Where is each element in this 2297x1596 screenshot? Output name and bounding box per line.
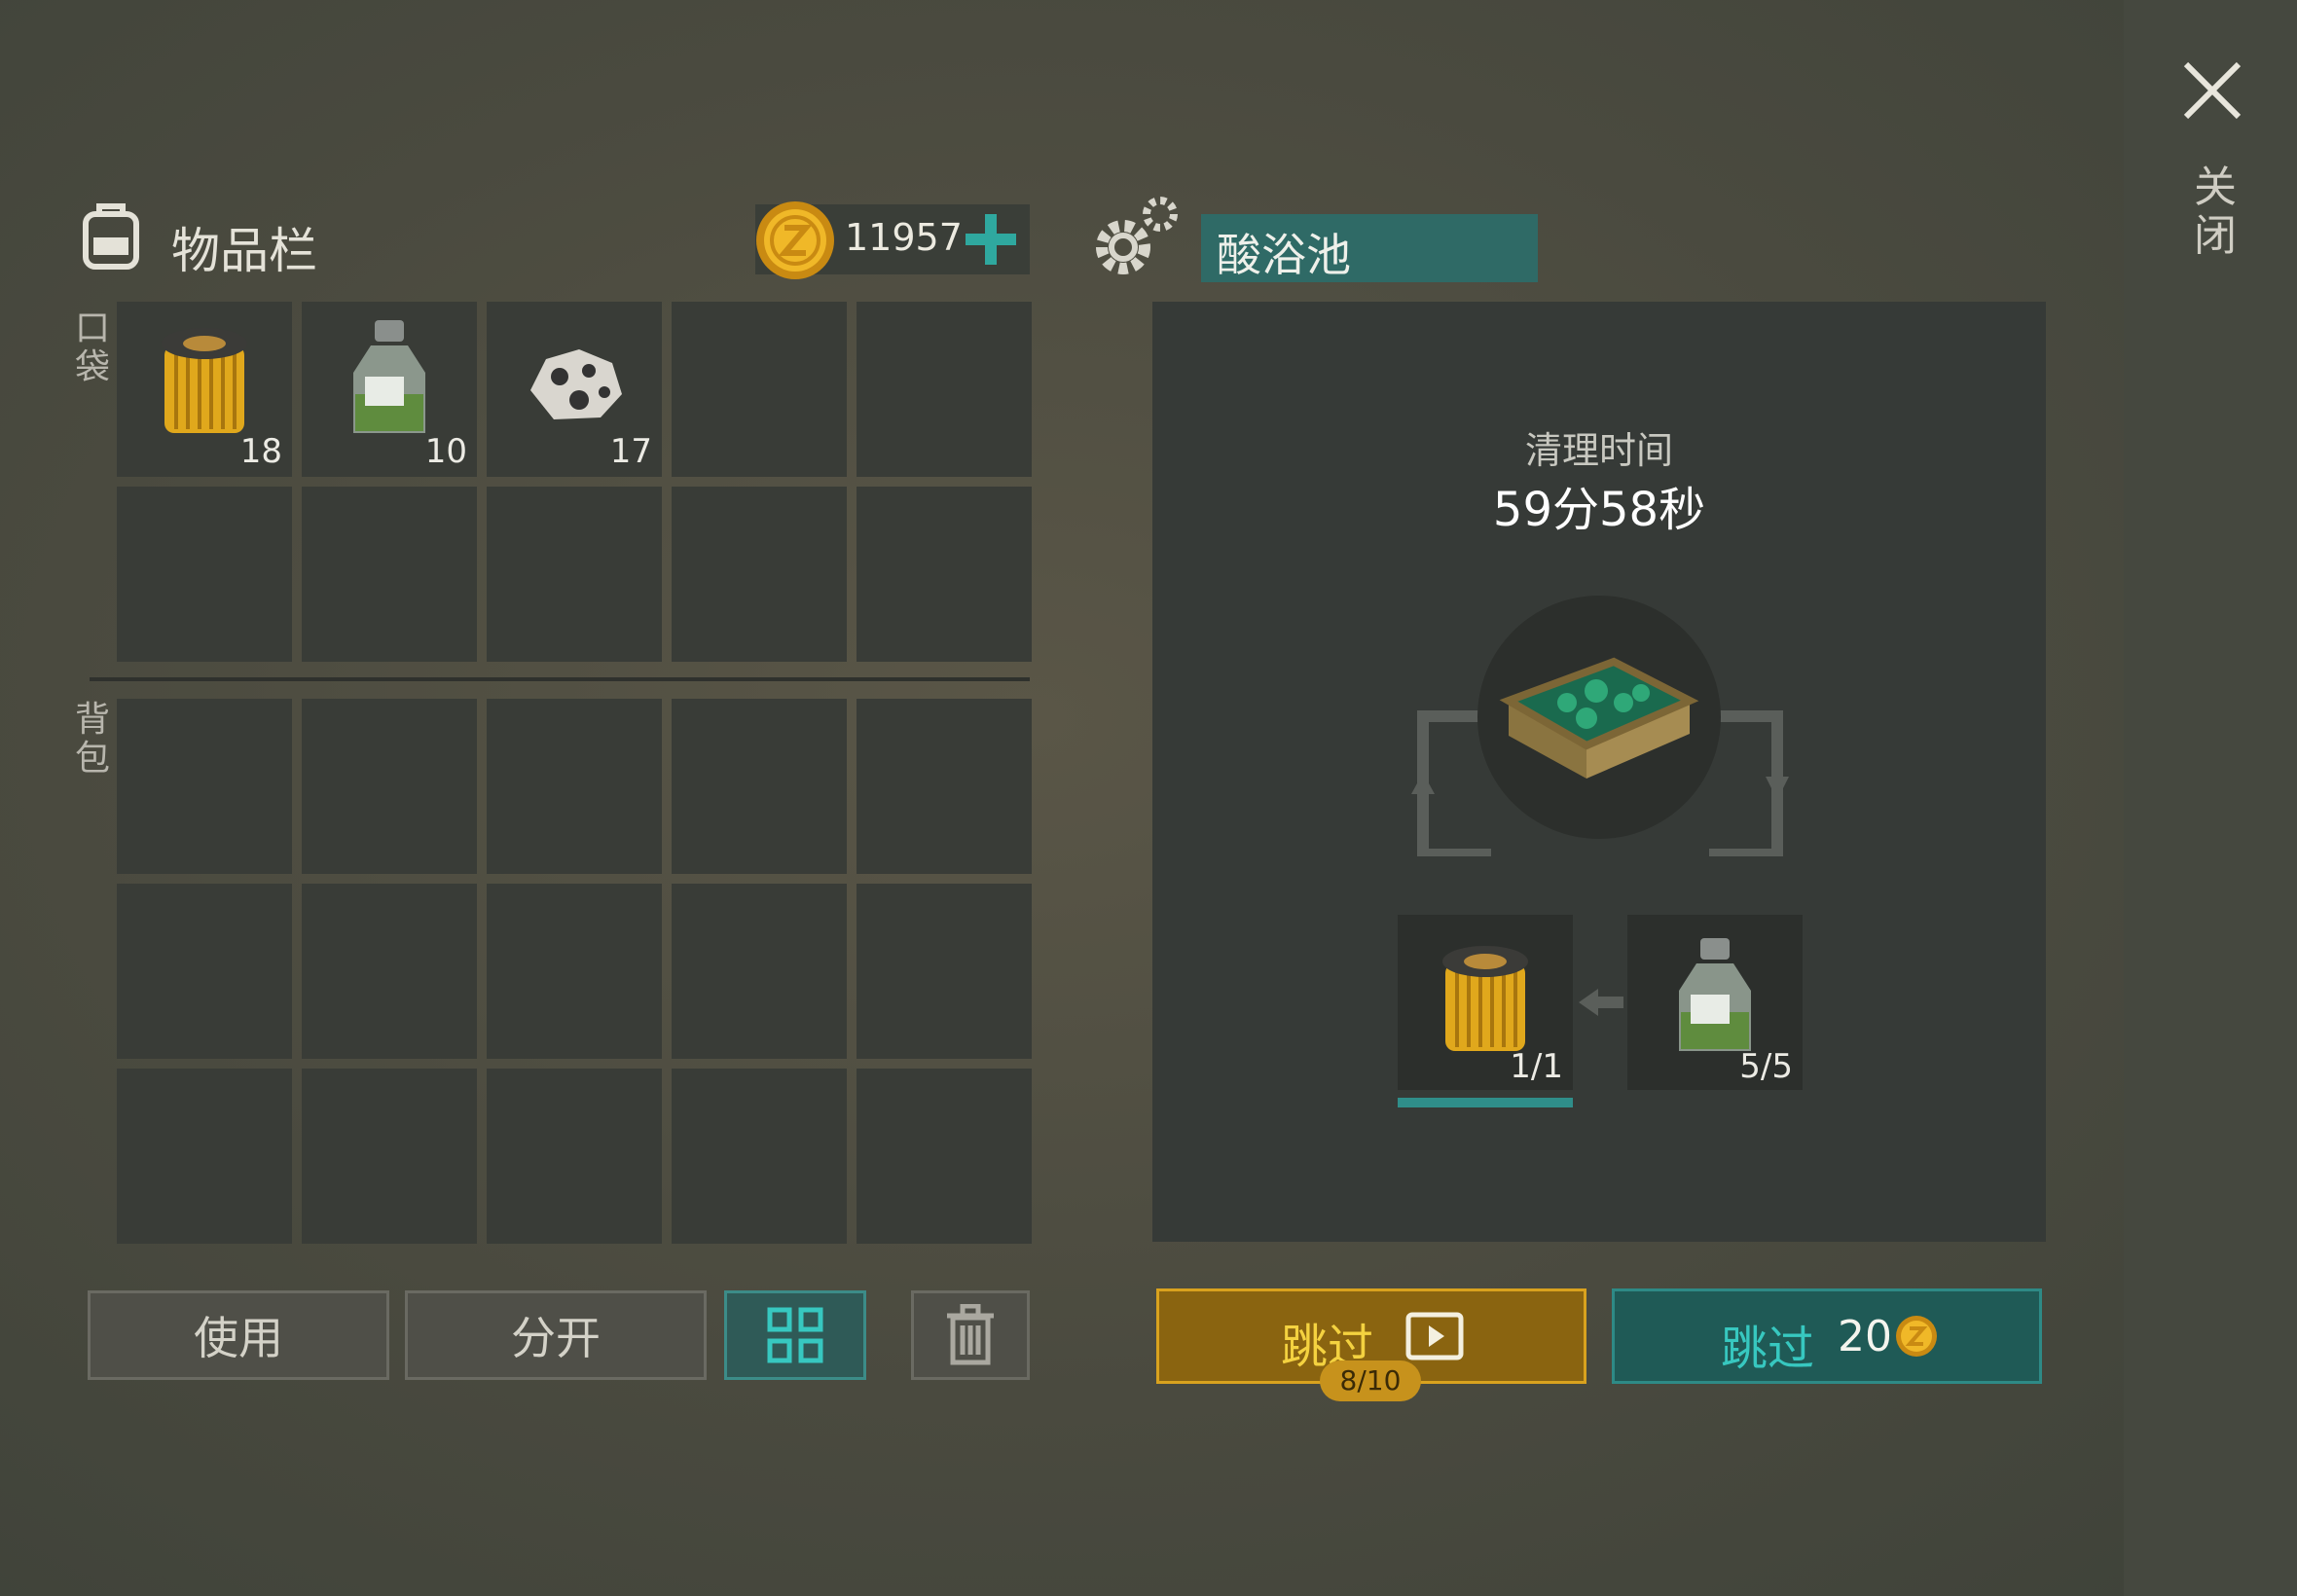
close-icon[interactable]	[2178, 56, 2246, 125]
skip-gold-label: 跳过	[1721, 1322, 1815, 1376]
input-count: 1/1	[1510, 1047, 1563, 1086]
input-count: 5/5	[1739, 1047, 1793, 1086]
coin-icon	[756, 201, 834, 279]
filter-cartridge-icon	[1442, 946, 1528, 1051]
ore-rock-icon	[530, 349, 622, 419]
pocket-slot-5[interactable]	[857, 302, 1032, 477]
pocket-slot-3[interactable]: 17	[487, 302, 662, 477]
backpack-slot[interactable]	[672, 1069, 847, 1244]
backpack-slot[interactable]	[117, 699, 292, 874]
section-divider	[90, 677, 1030, 681]
inventory-title: 物品栏	[171, 223, 317, 279]
pocket-grid: 18 10 17	[117, 302, 1032, 662]
backpack-slot[interactable]	[302, 884, 477, 1059]
pocket-slot-1[interactable]: 18	[117, 302, 292, 477]
arrow-left-icon	[1579, 989, 1623, 1016]
timer-label: 清理时间	[1524, 429, 1673, 472]
timer-value: 59分58秒	[1492, 483, 1706, 537]
sort-button[interactable]	[724, 1290, 866, 1380]
backpack-slot[interactable]	[117, 1069, 292, 1244]
input-slot-acid[interactable]: 5/5	[1627, 915, 1803, 1090]
gears-icon	[1096, 197, 1178, 274]
pocket-slot-9[interactable]	[672, 487, 847, 662]
coin-icon	[1896, 1316, 1937, 1357]
pocket-slot-8[interactable]	[487, 487, 662, 662]
acid-bottle-icon	[1679, 938, 1751, 1051]
use-button[interactable]: 使用	[88, 1290, 389, 1380]
grid-sort-icon	[767, 1307, 823, 1363]
item-count: 18	[239, 432, 282, 471]
backpack-slot[interactable]	[302, 1069, 477, 1244]
backpack-slot[interactable]	[487, 884, 662, 1059]
pocket-slot-10[interactable]	[857, 487, 1032, 662]
ore-crate-icon	[1499, 657, 1699, 779]
split-button[interactable]: 分开	[405, 1290, 707, 1380]
pocket-label: 口袋	[74, 308, 110, 387]
backpack-slot[interactable]	[302, 699, 477, 874]
item-count: 10	[424, 432, 467, 471]
coin-count: 11957	[845, 216, 963, 259]
item-count: 17	[609, 432, 652, 471]
skip-gold-cost: 20	[1838, 1312, 1892, 1361]
backpack-slot[interactable]	[487, 699, 662, 874]
station-name: 酸浴池	[1217, 229, 1351, 281]
delete-button[interactable]	[911, 1290, 1030, 1380]
backpack-slot[interactable]	[672, 884, 847, 1059]
close-label[interactable]: 关闭	[2194, 163, 2237, 261]
backpack-icon	[83, 203, 139, 270]
pocket-slot-4[interactable]	[672, 302, 847, 477]
backpack-slot[interactable]	[672, 699, 847, 874]
backpack-label: 背包	[74, 700, 110, 779]
trash-icon	[947, 1304, 994, 1365]
filter-cartridge-icon	[162, 328, 247, 433]
active-input-indicator	[1398, 1098, 1573, 1107]
input-slot-filter[interactable]: 1/1	[1398, 915, 1573, 1090]
backpack-grid	[117, 699, 1032, 1244]
pocket-slot-6[interactable]	[117, 487, 292, 662]
backpack-slot[interactable]	[117, 884, 292, 1059]
backpack-slot[interactable]	[857, 1069, 1032, 1244]
backpack-slot[interactable]	[857, 884, 1032, 1059]
skip-gold-button[interactable]	[1612, 1288, 2042, 1384]
ad-skip-uses-badge: 8/10	[1320, 1360, 1421, 1401]
acid-bottle-icon	[353, 320, 425, 433]
add-coins-button[interactable]	[958, 206, 1024, 272]
pocket-slot-2[interactable]: 10	[302, 302, 477, 477]
backpack-slot[interactable]	[487, 1069, 662, 1244]
backpack-slot[interactable]	[857, 699, 1032, 874]
video-play-icon	[1405, 1312, 1464, 1360]
pocket-slot-7[interactable]	[302, 487, 477, 662]
